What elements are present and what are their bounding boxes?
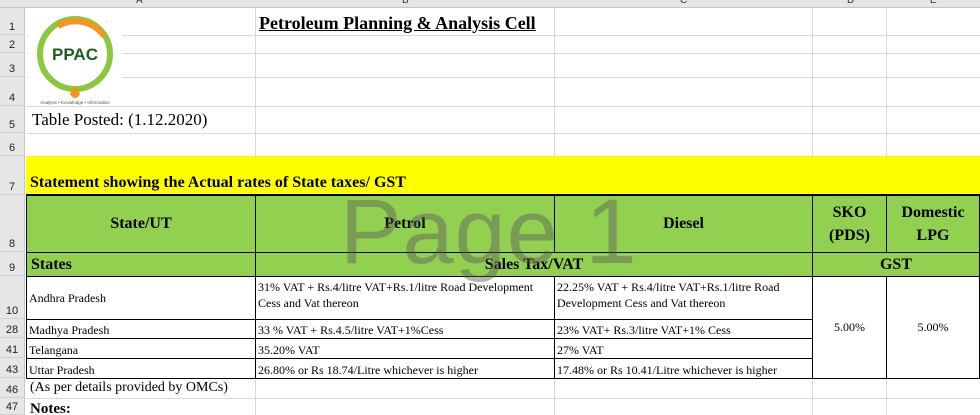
statement-banner[interactable]: Statement showing the Actual rates of St… (26, 156, 980, 195)
lpg-gst-cell[interactable]: 5.00% (886, 276, 980, 379)
state-cell[interactable]: Uttar Pradesh (26, 358, 256, 379)
gridline (26, 53, 980, 54)
gridline (26, 35, 980, 36)
column-header-a[interactable]: A (136, 0, 143, 6)
state-cell[interactable]: Madhya Pradesh (26, 319, 256, 339)
header-sko[interactable]: SKO (PDS) (812, 195, 887, 253)
logo-tagline: Analysis • Knowledge • Information (40, 100, 110, 105)
column-header-b[interactable]: B (402, 0, 409, 6)
subheader-gst[interactable]: GST (812, 252, 980, 277)
sko-gst-cell[interactable]: 5.00% (812, 276, 887, 379)
header-diesel[interactable]: Diesel (554, 195, 813, 253)
row-header[interactable]: 9 (0, 252, 25, 276)
header-state[interactable]: State/UT (26, 195, 256, 253)
row-header[interactable]: 10 (0, 276, 25, 319)
subheader-states[interactable]: States (26, 252, 256, 277)
gridline (26, 77, 980, 78)
petrol-cell[interactable]: 33 % VAT + Rs.4.5/litre VAT+1%Cess (255, 319, 555, 339)
diesel-cell[interactable]: 22.25% VAT + Rs.4/litre VAT+Rs.1/litre R… (554, 276, 813, 320)
footnote[interactable]: (As per details provided by OMCs) (30, 380, 228, 396)
row-header[interactable]: 5 (0, 106, 25, 133)
diesel-cell[interactable]: 23% VAT+ Rs.3/litre VAT+1% Cess (554, 319, 813, 339)
gridline (886, 378, 887, 415)
table-posted-date[interactable]: Table Posted: (1.12.2020) (32, 110, 207, 130)
column-header-c[interactable]: C (680, 0, 687, 6)
gridline (554, 378, 555, 415)
row-header[interactable]: 7 (0, 156, 25, 195)
petrol-cell[interactable]: 35.20% VAT (255, 338, 555, 359)
row-header[interactable]: 1 (0, 8, 25, 35)
notes-label[interactable]: Notes: (30, 401, 71, 415)
row-header[interactable]: 4 (0, 77, 25, 106)
row-header[interactable]: 8 (0, 195, 25, 252)
row-header[interactable]: 46 (0, 378, 25, 398)
subheader-vat[interactable]: Sales Tax/VAT (255, 252, 813, 277)
statement-banner-text: Statement showing the Actual rates of St… (30, 174, 406, 191)
logo-text: PPAC (52, 45, 98, 64)
petrol-cell[interactable]: 31% VAT + Rs.4/litre VAT+Rs.1/litre Road… (255, 276, 555, 320)
column-header-bar: A B C D E (0, 0, 980, 8)
row-header[interactable]: 41 (0, 338, 25, 358)
ppac-logo: PPAC Analysis • Knowledge • Information (28, 12, 122, 106)
gridline (26, 398, 980, 399)
row-header[interactable]: 6 (0, 133, 25, 156)
row-header[interactable]: 3 (0, 53, 25, 77)
header-lpg[interactable]: Domestic LPG (886, 195, 980, 253)
diesel-cell[interactable]: 17.48% or Rs 10.41/Litre whichever is hi… (554, 358, 813, 379)
row-header[interactable]: 43 (0, 358, 25, 378)
gridline (26, 106, 980, 107)
petrol-cell[interactable]: 26.80% or Rs 18.74/Litre whichever is hi… (255, 358, 555, 379)
row-header[interactable]: 2 (0, 35, 25, 53)
row-header[interactable]: 28 (0, 319, 25, 338)
column-header-e[interactable]: E (930, 0, 937, 6)
state-cell[interactable]: Andhra Pradesh (26, 276, 256, 320)
state-cell[interactable]: Telangana (26, 338, 256, 359)
diesel-cell[interactable]: 27% VAT (554, 338, 813, 359)
page-title[interactable]: Petroleum Planning & Analysis Cell (259, 13, 536, 34)
gridline (26, 133, 980, 134)
row-header[interactable]: 47 (0, 398, 25, 415)
header-petrol[interactable]: Petrol (255, 195, 555, 253)
column-header-d[interactable]: D (847, 0, 854, 6)
gridline (255, 378, 256, 415)
gridline (812, 378, 813, 415)
